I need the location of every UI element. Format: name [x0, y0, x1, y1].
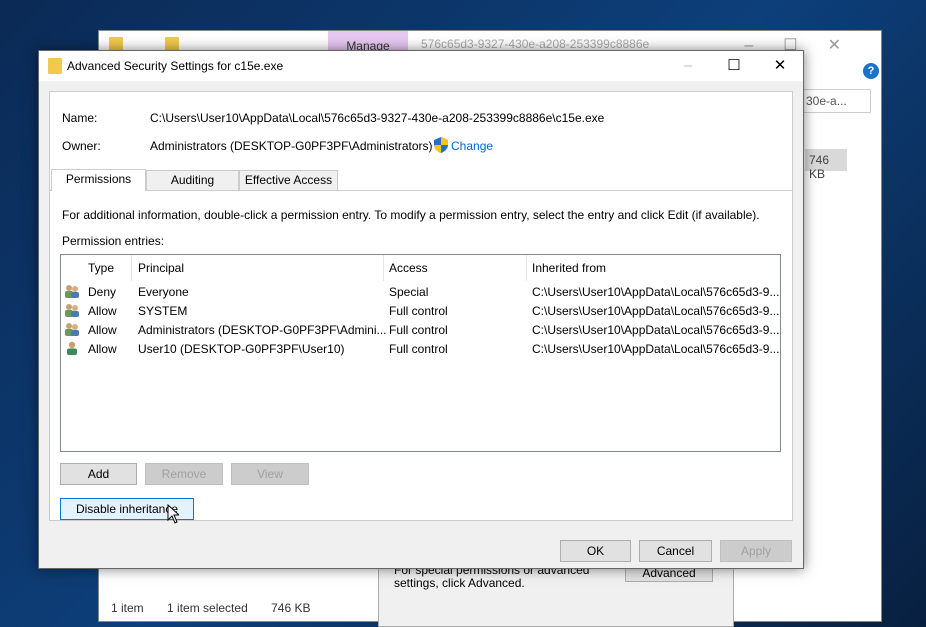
permission-entries-label: Permission entries: [62, 234, 165, 248]
owner-value: Administrators (DESKTOP-G0PF3PF\Administ… [150, 139, 433, 153]
entry-inherited-from: C:\Users\User10\AppData\Local\576c65d3-9… [532, 304, 780, 318]
entry-type: Allow [88, 304, 117, 318]
file-size: 746 KB [805, 149, 847, 181]
entry-inherited-from: C:\Users\User10\AppData\Local\576c65d3-9… [532, 323, 780, 337]
entry-inherited-from: C:\Users\User10\AppData\Local\576c65d3-9… [532, 285, 780, 299]
item-count: 1 item [111, 601, 144, 615]
column-header-principal[interactable]: Principal [138, 261, 184, 275]
permission-entry-row[interactable]: Deny Everyone Special C:\Users\User10\Ap… [61, 282, 780, 301]
entry-access: Full control [389, 304, 448, 318]
entry-type: Deny [88, 285, 117, 299]
permission-entry-row[interactable]: Allow Administrators (DESKTOP-G0PF3PF\Ad… [61, 320, 780, 339]
name-value: C:\Users\User10\AppData\Local\576c65d3-9… [150, 111, 605, 125]
cancel-button[interactable]: Cancel [639, 540, 712, 562]
tab-effective-access[interactable]: Effective Access [239, 170, 338, 190]
entry-inherited-from: C:\Users\User10\AppData\Local\576c65d3-9… [532, 342, 780, 356]
dialog-titlebar: Advanced Security Settings for c15e.exe … [39, 51, 803, 81]
explorer-title: 576c65d3-9327-430e-a208-253399c8886e [421, 37, 650, 51]
help-icon[interactable]: ? [863, 63, 879, 79]
selected-size: 746 KB [271, 601, 311, 615]
maximize-icon[interactable]: ☐ [711, 51, 757, 81]
info-text: For additional information, double-click… [62, 208, 760, 222]
ok-button[interactable]: OK [560, 540, 631, 562]
entry-principal: User10 (DESKTOP-G0PF3PF\User10) [138, 342, 345, 356]
uac-shield-icon [434, 137, 448, 153]
minimize-icon[interactable]: – [665, 51, 711, 81]
entry-principal: SYSTEM [138, 304, 188, 318]
entry-principal: Administrators (DESKTOP-G0PF3PF\Admini..… [138, 323, 387, 337]
column-header-type[interactable]: Type [88, 261, 114, 275]
entry-principal: Everyone [138, 285, 189, 299]
permission-entries-list[interactable]: Type Principal Access Inherited from Den… [60, 254, 781, 452]
name-label: Name: [62, 111, 98, 125]
permission-entry-row[interactable]: Allow SYSTEM Full control C:\Users\User1… [61, 301, 780, 320]
permission-entry-row[interactable]: Allow User10 (DESKTOP-G0PF3PF\User10) Fu… [61, 339, 780, 358]
dialog-title: Advanced Security Settings for c15e.exe [67, 59, 284, 73]
entry-type: Allow [88, 342, 117, 356]
folder-icon [48, 58, 62, 74]
tab-auditing[interactable]: Auditing [146, 170, 239, 190]
view-button[interactable]: View [231, 463, 309, 485]
add-button[interactable]: Add [60, 463, 137, 485]
group-icon [65, 323, 79, 336]
user-icon [67, 341, 77, 355]
mouse-cursor-icon [167, 504, 179, 524]
change-owner-link[interactable]: Change [451, 139, 493, 153]
column-header-access[interactable]: Access [389, 261, 428, 275]
entry-access: Full control [389, 323, 448, 337]
tab-permissions[interactable]: Permissions [51, 169, 146, 191]
entry-access: Full control [389, 342, 448, 356]
remove-button[interactable]: Remove [145, 463, 223, 485]
entry-access: Special [389, 285, 429, 299]
selected-count: 1 item selected [167, 601, 248, 615]
status-bar: 1 item 1 item selected 746 KB [111, 601, 330, 615]
group-icon [65, 285, 79, 298]
column-header-inherited-from[interactable]: Inherited from [532, 261, 606, 275]
owner-label: Owner: [62, 139, 101, 153]
apply-button[interactable]: Apply [720, 540, 792, 562]
group-icon [65, 304, 79, 317]
close-icon[interactable]: ✕ [757, 51, 803, 81]
advanced-security-dialog: Advanced Security Settings for c15e.exe … [38, 50, 804, 569]
entry-type: Allow [88, 323, 117, 337]
search-input[interactable]: 30e-a... [799, 89, 871, 113]
